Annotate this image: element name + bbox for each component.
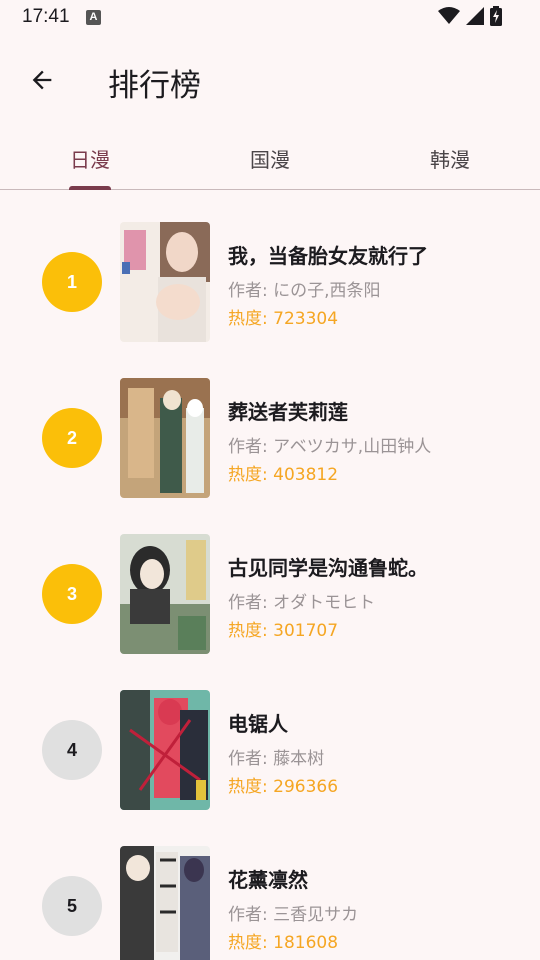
manga-title: 葬送者芙莉莲 (228, 400, 348, 424)
wifi-icon (438, 7, 460, 24)
tab-korean-manga[interactable]: 韩漫 (360, 128, 540, 189)
cover-image (120, 222, 210, 342)
manga-title: 电锯人 (228, 712, 288, 736)
rank-badge: 5 (42, 876, 102, 936)
manga-author: 作者: アベツカサ,山田钟人 (228, 437, 432, 457)
cover-image (120, 534, 210, 654)
arrow-back-icon (32, 70, 52, 90)
tab-indicator (69, 186, 111, 190)
back-button[interactable] (18, 56, 66, 104)
status-icons (438, 6, 502, 26)
rank-badge: 2 (42, 408, 102, 468)
app-bar: 排行榜 (0, 36, 540, 128)
manga-heat: 热度: 723304 (228, 309, 339, 329)
manga-title: 古见同学是沟通鲁蛇。 (228, 556, 428, 580)
manga-author: 作者: 藤本树 (228, 749, 325, 769)
list-item[interactable]: 2 葬送者芙莉莲 作者: アベツカサ,山田钟人 热度: 403812 (0, 370, 540, 526)
cover-image (120, 378, 210, 498)
list-item[interactable]: 1 我，当备胎女友就行了 作者: にの子,西条阳 热度: 723304 (0, 214, 540, 370)
rank-badge: 4 (42, 720, 102, 780)
manga-author: 作者: にの子,西条阳 (228, 281, 381, 301)
manga-heat: 热度: 296366 (228, 777, 339, 797)
list-item[interactable]: 4 电锯人 作者: 藤本树 热度: 296366 (0, 682, 540, 838)
manga-heat: 热度: 403812 (228, 465, 339, 485)
manga-author: 作者: オダトモヒト (228, 593, 376, 613)
signal-icon (466, 7, 484, 25)
status-bar: 17:41 A (0, 0, 540, 36)
manga-title: 花薰凛然 (228, 868, 308, 892)
cover-image (120, 846, 210, 960)
notification-icon: A (86, 10, 101, 25)
status-time: 17:41 (22, 6, 70, 27)
rank-badge: 1 (42, 252, 102, 312)
page-title: 排行榜 (108, 68, 201, 104)
manga-title: 我，当备胎女友就行了 (228, 244, 428, 268)
list-item[interactable]: 5 花薰凛然 作者: 三香见サカ 热度: 181608 (0, 838, 540, 960)
manga-heat: 热度: 301707 (228, 621, 339, 641)
list-item[interactable]: 3 古见同学是沟通鲁蛇。 作者: オダトモヒト 热度: 301707 (0, 526, 540, 682)
manga-heat: 热度: 181608 (228, 933, 339, 953)
manga-author: 作者: 三香见サカ (228, 905, 359, 925)
tab-bar: 日漫 国漫 韩漫 (0, 128, 540, 190)
ranking-list: 1 我，当备胎女友就行了 作者: にの子,西条阳 热度: 723304 2 葬送… (0, 214, 540, 960)
tab-japanese-manga[interactable]: 日漫 (0, 128, 180, 189)
cover-image (120, 690, 210, 810)
tab-chinese-manga[interactable]: 国漫 (180, 128, 360, 189)
battery-icon (490, 6, 502, 26)
rank-badge: 3 (42, 564, 102, 624)
